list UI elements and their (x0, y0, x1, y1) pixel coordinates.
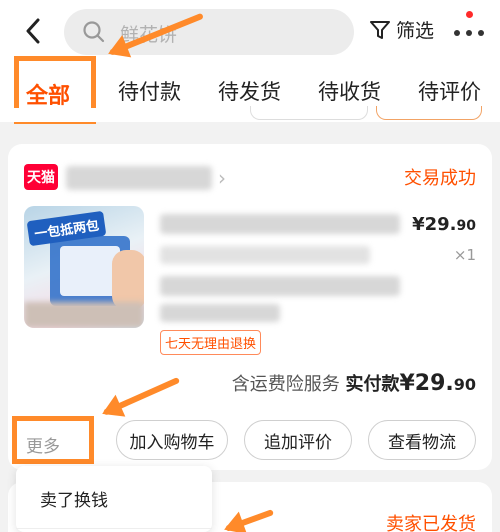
paid-amount-decimal: 90 (453, 375, 476, 394)
shipping-insurance-note: 含运费险服务 (231, 374, 340, 395)
previous-order-button[interactable] (250, 106, 368, 120)
paid-label: 实付款 (345, 374, 400, 395)
track-shipment-button[interactable]: 查看物流 (368, 420, 476, 460)
previous-order-button[interactable] (376, 106, 482, 120)
product-quantity: ×1 (453, 246, 476, 264)
previous-order-strip (0, 106, 500, 122)
product-hand (112, 250, 144, 310)
tab-pending-payment[interactable]: 待付款 (118, 76, 181, 106)
dot-icon (454, 30, 460, 36)
next-order-status: 卖家已发货 (386, 514, 476, 532)
product-box-label (60, 246, 120, 296)
paid-amount: ¥29. (399, 371, 454, 396)
product-price: ¥29.90 (412, 214, 476, 235)
tab-pending-receipt[interactable]: 待收货 (318, 76, 381, 106)
add-review-button[interactable]: 追加评价 (244, 420, 352, 460)
shop-name-blurred[interactable] (66, 166, 212, 190)
notification-dot (466, 11, 473, 18)
back-button[interactable] (18, 14, 48, 48)
popup-divider (16, 528, 212, 529)
service-tag: 七天无理由退换 (160, 330, 262, 355)
product-desc-blurred (160, 276, 400, 296)
order-total: 含运费险服务 实付款¥29.90 (232, 370, 476, 396)
filter-label: 筛选 (396, 20, 435, 42)
tab-pending-review[interactable]: 待评价 (418, 76, 481, 106)
chevron-left-icon (26, 18, 40, 44)
top-bar: 鲜花饼 筛选 (0, 0, 500, 62)
search-icon (83, 21, 105, 43)
product-desc-blurred-2 (160, 304, 280, 322)
tmall-badge: 天猫 (24, 164, 58, 190)
more-popup-menu: 卖了换钱 (16, 466, 212, 532)
filter-button[interactable]: 筛选 (368, 16, 434, 43)
product-title-blurred[interactable] (160, 214, 400, 234)
product-thumbnail[interactable]: 一包抵两包 (24, 206, 144, 328)
chevron-right-icon: › (218, 166, 226, 190)
popup-item-sell[interactable]: 卖了换钱 (40, 486, 108, 511)
add-to-cart-button[interactable]: 加入购物车 (116, 420, 228, 460)
product-image-blurred (24, 302, 144, 328)
order-status: 交易成功 (404, 168, 476, 189)
highlight-box-more (12, 416, 94, 464)
filter-icon (370, 20, 390, 39)
product-spec-blurred (160, 246, 370, 264)
more-menu-button[interactable] (452, 11, 488, 44)
dot-icon (478, 30, 484, 36)
tab-pending-shipment[interactable]: 待发货 (218, 76, 281, 106)
dot-icon (466, 30, 472, 36)
